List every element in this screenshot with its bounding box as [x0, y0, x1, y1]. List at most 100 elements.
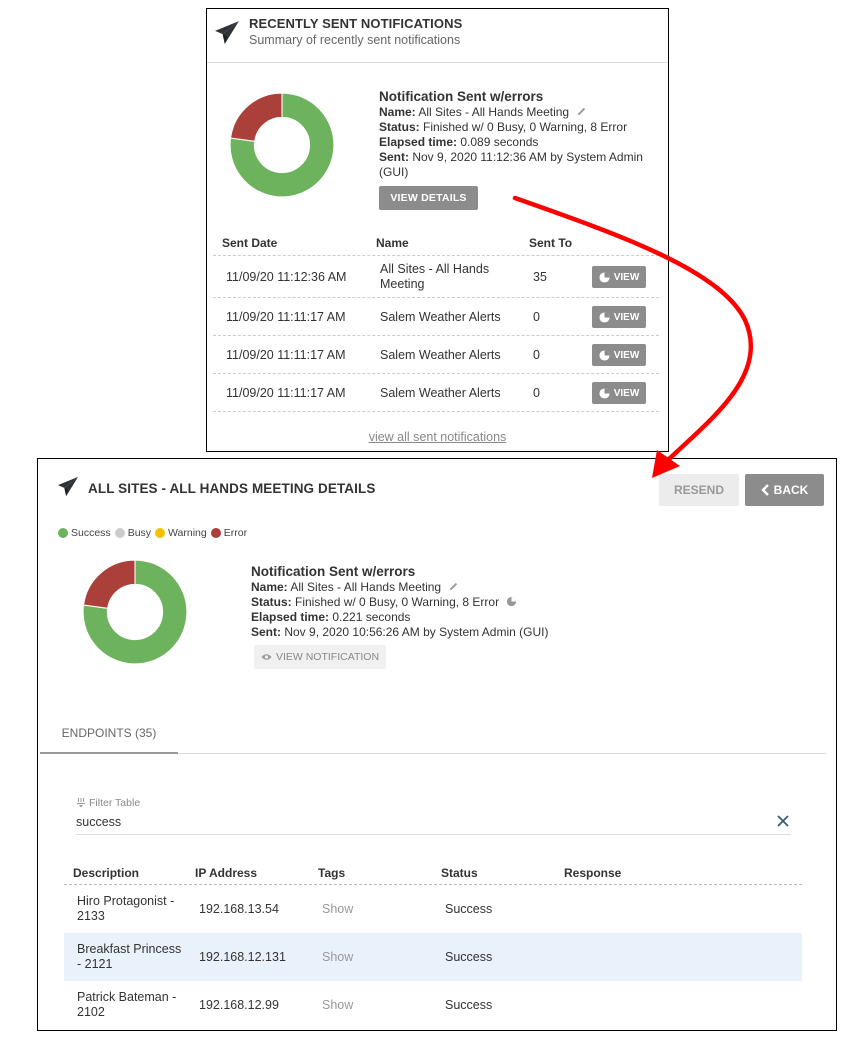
view-button-label: VIEW [613, 349, 640, 361]
column-header-name[interactable]: Name [376, 236, 409, 250]
pencil-icon[interactable] [448, 581, 459, 592]
summary-elapsed-line: Elapsed time: 0.221 seconds [251, 610, 651, 625]
status-value: Finished w/ 0 Busy, 0 Warning, 8 Error [423, 120, 628, 134]
eye-icon [261, 654, 272, 660]
pencil-icon[interactable] [576, 106, 587, 117]
status-value: Finished w/ 0 Busy, 0 Warning, 8 Error [295, 595, 500, 609]
status-label: Status: [251, 595, 292, 609]
column-header-response[interactable]: Response [564, 866, 621, 880]
filter-table-input[interactable] [76, 813, 756, 831]
table-row[interactable]: 11/09/20 11:11:17 AM Salem Weather Alert… [213, 336, 659, 374]
view-all-sent-notifications-link[interactable]: view all sent notifications [207, 430, 668, 444]
legend-label: Success [71, 527, 111, 539]
sent-to-cell: 0 [533, 386, 540, 400]
legend-item-busy: Busy [114, 527, 152, 539]
sent-label: Sent: [251, 625, 281, 639]
status-donut-chart [82, 559, 188, 665]
summary-sent-line: Sent: Nov 9, 2020 10:56:26 AM by System … [251, 625, 651, 640]
summary-heading: Notification Sent w/errors [251, 564, 416, 579]
name-value: All Sites - All Hands Meeting [418, 105, 570, 119]
summary-sent-line: Sent: Nov 9, 2020 11:12:36 AM by System … [379, 150, 664, 180]
paper-plane-icon [215, 21, 239, 44]
name-cell: All Sites - All Hands Meeting [380, 262, 490, 291]
donut-slice-error [82, 559, 136, 609]
tags-show-link[interactable]: Show [322, 950, 353, 964]
sent-to-cell: 35 [533, 270, 547, 284]
column-header-sent-to[interactable]: Sent To [529, 236, 572, 250]
name-cell: Salem Weather Alerts [380, 348, 501, 362]
paper-plane-icon [57, 476, 79, 497]
ip-address-cell: 192.168.13.54 [199, 902, 279, 916]
legend-label: Error [223, 527, 248, 539]
legend-dot [58, 528, 68, 538]
sent-date-cell: 11/09/20 11:12:36 AM [226, 270, 347, 284]
pie-chart-icon [599, 387, 610, 399]
column-header-ip-address[interactable]: IP Address [195, 866, 257, 880]
name-cell: Salem Weather Alerts [380, 310, 501, 324]
table-header: Description IP Address Tags Status Respo… [64, 860, 802, 885]
view-button[interactable]: VIEW [592, 266, 646, 288]
legend-label: Busy [127, 527, 152, 539]
pie-chart-icon [599, 349, 610, 361]
column-header-description[interactable]: Description [73, 866, 139, 880]
table-row[interactable]: 11/09/20 11:12:36 AM All Sites - All Han… [213, 256, 659, 298]
sent-to-cell: 0 [533, 348, 540, 362]
view-notification-button[interactable]: VIEW NOTIFICATION [254, 645, 386, 669]
pie-chart-icon[interactable] [506, 596, 517, 607]
table-row[interactable]: Patrick Bateman - 2102 192.168.12.99 Sho… [64, 981, 802, 1029]
tags-show-link[interactable]: Show [322, 902, 353, 916]
column-header-status[interactable]: Status [441, 866, 478, 880]
legend-dot [155, 528, 166, 538]
tab-endpoints[interactable]: ENDPOINTS (35) [40, 713, 178, 754]
summary-status-line: Status: Finished w/ 0 Busy, 0 Warning, 8… [251, 595, 651, 610]
view-details-button[interactable]: VIEW DETAILS [379, 186, 478, 210]
legend-item-success: Success [58, 527, 111, 539]
ip-address-cell: 192.168.12.99 [199, 998, 279, 1012]
page-title: ALL SITES - ALL HANDS MEETING DETAILS [88, 481, 376, 496]
sent-date-cell: 11/09/20 11:11:17 AM [226, 386, 346, 400]
elapsed-value: 0.089 seconds [460, 135, 539, 149]
close-icon[interactable] [776, 814, 790, 828]
tags-show-link[interactable]: Show [322, 998, 353, 1012]
notification-details-panel: ALL SITES - ALL HANDS MEETING DETAILS RE… [37, 458, 837, 1031]
summary-name-line: Name: All Sites - All Hands Meeting [379, 105, 664, 120]
tab-bar: ENDPOINTS (35) [40, 713, 826, 754]
name-cell: Salem Weather Alerts [380, 386, 501, 400]
table-row[interactable]: Breakfast Princess - 2121 192.168.12.131… [64, 933, 802, 981]
elapsed-label: Elapsed time: [379, 135, 458, 149]
summary-elapsed-line: Elapsed time: 0.089 seconds [379, 135, 664, 150]
name-label: Name: [251, 580, 288, 594]
view-button[interactable]: VIEW [592, 382, 646, 404]
summary-heading: Notification Sent w/errors [379, 89, 544, 104]
summary-status-line: Status: Finished w/ 0 Busy, 0 Warning, 8… [379, 120, 664, 135]
filter-table-field: Filter Table [76, 797, 791, 835]
status-donut-chart [229, 92, 335, 198]
view-button-label: VIEW [613, 271, 640, 283]
pie-chart-icon [599, 311, 610, 323]
status-label: Status: [379, 120, 420, 134]
table-row[interactable]: 11/09/20 11:11:17 AM Salem Weather Alert… [213, 374, 659, 412]
back-button-label: BACK [773, 483, 809, 497]
endpoints-table: Description IP Address Tags Status Respo… [64, 860, 802, 1029]
back-button[interactable]: BACK [745, 474, 824, 506]
table-row[interactable]: Hiro Protagonist - 2133 192.168.13.54 Sh… [64, 885, 802, 933]
column-header-sent-date[interactable]: Sent Date [222, 236, 277, 250]
resend-button[interactable]: RESEND [659, 474, 739, 506]
name-value: All Sites - All Hands Meeting [290, 580, 442, 594]
view-button[interactable]: VIEW [592, 306, 646, 328]
recent-notifications-panel: RECENTLY SENT NOTIFICATIONS Summary of r… [206, 8, 669, 452]
filter-label: Filter Table [76, 797, 140, 809]
filter-icon [77, 798, 85, 808]
elapsed-label: Elapsed time: [251, 610, 330, 624]
sent-to-cell: 0 [533, 310, 540, 324]
view-button[interactable]: VIEW [592, 344, 646, 366]
pie-chart-icon [599, 271, 610, 283]
ip-address-cell: 192.168.12.131 [199, 950, 286, 964]
view-button-label: VIEW [613, 311, 640, 323]
column-header-tags[interactable]: Tags [318, 866, 345, 880]
table-row[interactable]: 11/09/20 11:11:17 AM Salem Weather Alert… [213, 298, 659, 336]
panel-header: RECENTLY SENT NOTIFICATIONS Summary of r… [207, 9, 668, 63]
donut-slice-error [229, 92, 283, 142]
legend-label: Warning [168, 527, 207, 539]
legend-item-error: Error [210, 527, 248, 539]
